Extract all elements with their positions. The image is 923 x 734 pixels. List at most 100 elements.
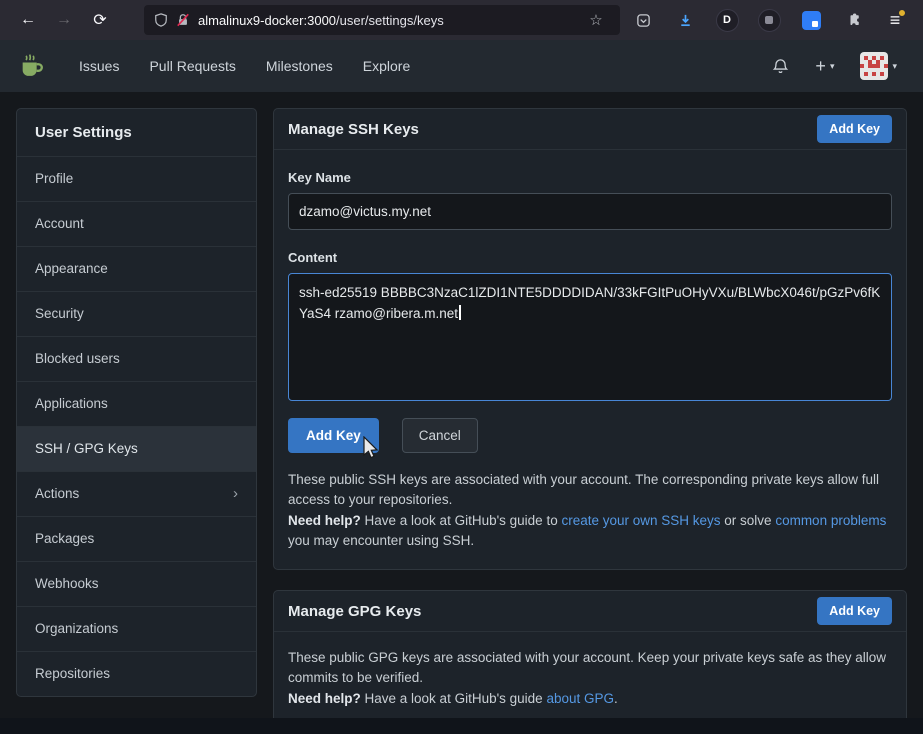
- sidebar-item-applications[interactable]: Applications: [17, 382, 256, 427]
- gpg-card-title: Manage GPG Keys: [288, 603, 421, 620]
- manage-gpg-keys-card: Manage GPG Keys Add Key These public GPG…: [273, 590, 907, 728]
- url-domain: almalinux9-docker:3000: [198, 13, 336, 28]
- about-gpg-link[interactable]: about GPG: [546, 691, 614, 706]
- extension-dark-icon[interactable]: [754, 6, 784, 34]
- extension-blue-icon[interactable]: [796, 6, 826, 34]
- nav-item-pull-requests[interactable]: Pull Requests: [134, 48, 250, 84]
- create-new-button[interactable]: +▾: [807, 50, 842, 83]
- chevron-right-icon: ›: [233, 488, 238, 500]
- gpg-card-body: These public GPG keys are associated wit…: [274, 632, 906, 727]
- ssh-help-text: These public SSH keys are associated wit…: [288, 470, 892, 551]
- sidebar-item-actions[interactable]: Actions ›: [17, 472, 256, 517]
- ssh-card-title: Manage SSH Keys: [288, 121, 419, 138]
- extension-d-icon[interactable]: D: [712, 6, 742, 34]
- ssh-add-key-toggle-button[interactable]: Add Key: [817, 115, 892, 143]
- forward-button[interactable]: →: [49, 6, 79, 34]
- extension-blue-badge: [802, 11, 821, 30]
- sidebar-item-organizations[interactable]: Organizations: [17, 607, 256, 652]
- back-button[interactable]: ←: [13, 6, 43, 34]
- user-avatar-menu[interactable]: ▾: [852, 46, 905, 86]
- form-buttons: Add Key Cancel: [288, 418, 892, 453]
- content: User Settings Profile Account Appearance…: [0, 92, 923, 734]
- gpg-add-key-toggle-button[interactable]: Add Key: [817, 597, 892, 625]
- sidebar-title: User Settings: [17, 109, 256, 157]
- gitea-logo[interactable]: [18, 52, 46, 80]
- sidebar-item-repositories[interactable]: Repositories: [17, 652, 256, 696]
- sidebar-item-label: Packages: [35, 531, 94, 547]
- sidebar-item-label: Repositories: [35, 666, 110, 682]
- sidebar-item-label: SSH / GPG Keys: [35, 441, 138, 457]
- bookmark-star-icon[interactable]: ☆: [585, 9, 607, 31]
- insecure-lock-icon[interactable]: [176, 13, 190, 27]
- extensions-puzzle-icon[interactable]: [838, 6, 868, 34]
- menu-icon[interactable]: ≡: [880, 6, 910, 34]
- tracking-shield-icon[interactable]: [154, 13, 168, 27]
- caret-down-icon: ▾: [892, 61, 897, 72]
- sidebar-item-appearance[interactable]: Appearance: [17, 247, 256, 292]
- gitea-navbar: Issues Pull Requests Milestones Explore …: [0, 40, 923, 92]
- sidebar-item-account[interactable]: Account: [17, 202, 256, 247]
- nav-item-explore[interactable]: Explore: [348, 48, 425, 84]
- pocket-icon[interactable]: [628, 6, 658, 34]
- ssh-help-segment: you may encounter using SSH.: [288, 533, 474, 548]
- ssh-help-line1: These public SSH keys are associated wit…: [288, 472, 879, 507]
- ssh-card-header: Manage SSH Keys Add Key: [274, 109, 906, 150]
- url-path: /user/settings/keys: [336, 13, 444, 28]
- avatar: [860, 52, 888, 80]
- navbar-right: +▾: [764, 46, 905, 86]
- sidebar-item-packages[interactable]: Packages: [17, 517, 256, 562]
- sidebar-item-label: Applications: [35, 396, 108, 412]
- ssh-help-segment: Have a look at GitHub's guide to: [361, 513, 562, 528]
- nav-item-milestones[interactable]: Milestones: [251, 48, 348, 84]
- ssh-help-segment: or solve: [721, 513, 776, 528]
- sidebar-item-label: Profile: [35, 171, 73, 187]
- browser-toolbar: ← → ⟳ almalinux9-docker:3000/user/settin…: [0, 0, 923, 40]
- sidebar-item-label: Security: [35, 306, 84, 322]
- gpg-help-segment: .: [614, 691, 618, 706]
- sidebar-item-ssh-gpg-keys[interactable]: SSH / GPG Keys: [17, 427, 256, 472]
- toolbar-extensions: D ≡: [625, 6, 913, 34]
- content-label: Content: [288, 250, 892, 265]
- sidebar-item-label: Blocked users: [35, 351, 120, 367]
- sidebar-item-label: Webhooks: [35, 576, 99, 592]
- extension-dark-badge: [758, 9, 781, 32]
- sidebar-item-blocked-users[interactable]: Blocked users: [17, 337, 256, 382]
- url-text: almalinux9-docker:3000/user/settings/key…: [198, 13, 574, 28]
- sidebar-item-label: Organizations: [35, 621, 118, 637]
- add-key-submit-button[interactable]: Add Key: [288, 418, 379, 453]
- sidebar-item-webhooks[interactable]: Webhooks: [17, 562, 256, 607]
- notifications-bell-icon[interactable]: [764, 52, 797, 81]
- gpg-card-header: Manage GPG Keys Add Key: [274, 591, 906, 632]
- downloads-icon[interactable]: [670, 6, 700, 34]
- screen: ← → ⟳ almalinux9-docker:3000/user/settin…: [0, 0, 923, 734]
- sidebar-item-label: Account: [35, 216, 84, 232]
- reload-button[interactable]: ⟳: [85, 6, 115, 34]
- gpg-help-segment: Have a look at GitHub's guide: [361, 691, 547, 706]
- need-help-label: Need help?: [288, 691, 361, 706]
- ssh-key-content-textarea[interactable]: ssh-ed25519 BBBBC3NzaC1lZDI1NTE5DDDDIDAN…: [288, 273, 892, 401]
- gpg-help-line1: These public GPG keys are associated wit…: [288, 650, 886, 685]
- page-footer: [0, 718, 923, 734]
- url-bar[interactable]: almalinux9-docker:3000/user/settings/key…: [144, 5, 620, 35]
- manage-ssh-keys-card: Manage SSH Keys Add Key Key Name Content…: [273, 108, 907, 570]
- create-ssh-keys-link[interactable]: create your own SSH keys: [561, 513, 720, 528]
- update-dot: [898, 9, 906, 17]
- sidebar-item-label: Actions: [35, 486, 79, 502]
- plus-icon: +: [815, 56, 826, 77]
- ssh-key-content-value: ssh-ed25519 BBBBC3NzaC1lZDI1NTE5DDDDIDAN…: [299, 285, 880, 321]
- caret-down-icon: ▾: [830, 61, 835, 72]
- gpg-help-text: These public GPG keys are associated wit…: [288, 648, 892, 709]
- cancel-button[interactable]: Cancel: [402, 418, 478, 453]
- text-caret: [459, 305, 461, 320]
- need-help-label: Need help?: [288, 513, 361, 528]
- key-name-label: Key Name: [288, 170, 892, 185]
- sidebar-item-label: Appearance: [35, 261, 108, 277]
- sidebar-item-security[interactable]: Security: [17, 292, 256, 337]
- nav-item-issues[interactable]: Issues: [64, 48, 134, 84]
- user-settings-sidebar: User Settings Profile Account Appearance…: [16, 108, 257, 697]
- key-name-input[interactable]: [288, 193, 892, 230]
- common-problems-link[interactable]: common problems: [775, 513, 886, 528]
- sidebar-item-profile[interactable]: Profile: [17, 157, 256, 202]
- main-column: Manage SSH Keys Add Key Key Name Content…: [273, 108, 907, 728]
- extension-d-badge: D: [716, 9, 739, 32]
